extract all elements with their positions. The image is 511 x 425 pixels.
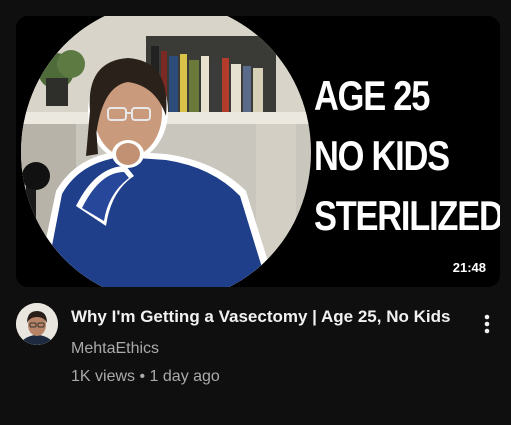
thumbnail-image bbox=[16, 16, 316, 287]
channel-name[interactable]: MehtaEthics bbox=[71, 338, 457, 360]
thumbnail-overlay-line: NO KIDS bbox=[314, 132, 450, 179]
thumbnail-overlay-line: STERILIZED bbox=[314, 192, 500, 239]
duration-badge: 21:48 bbox=[448, 258, 490, 277]
video-thumbnail[interactable]: AGE 25 NO KIDS STERILIZED 21:48 bbox=[16, 16, 500, 287]
video-details: Why I'm Getting a Vasectomy | Age 25, No… bbox=[71, 304, 457, 388]
video-title[interactable]: Why I'm Getting a Vasectomy | Age 25, No… bbox=[71, 304, 457, 330]
more-actions-button[interactable] bbox=[473, 306, 501, 342]
channel-avatar[interactable] bbox=[16, 303, 58, 345]
more-vert-icon bbox=[484, 314, 490, 334]
video-card: AGE 25 NO KIDS STERILIZED 21:48 Why I'm … bbox=[0, 0, 511, 425]
upload-age: 1 day ago bbox=[149, 368, 220, 385]
view-count: 1K views bbox=[71, 368, 136, 385]
stats-separator: • bbox=[139, 368, 146, 385]
avatar-image bbox=[16, 303, 58, 345]
video-stats: 1K views • 1 day ago bbox=[71, 366, 457, 388]
thumbnail-overlay-line: AGE 25 bbox=[314, 72, 430, 119]
thumbnail-title-overlay: AGE 25 NO KIDS STERILIZED bbox=[314, 66, 500, 246]
